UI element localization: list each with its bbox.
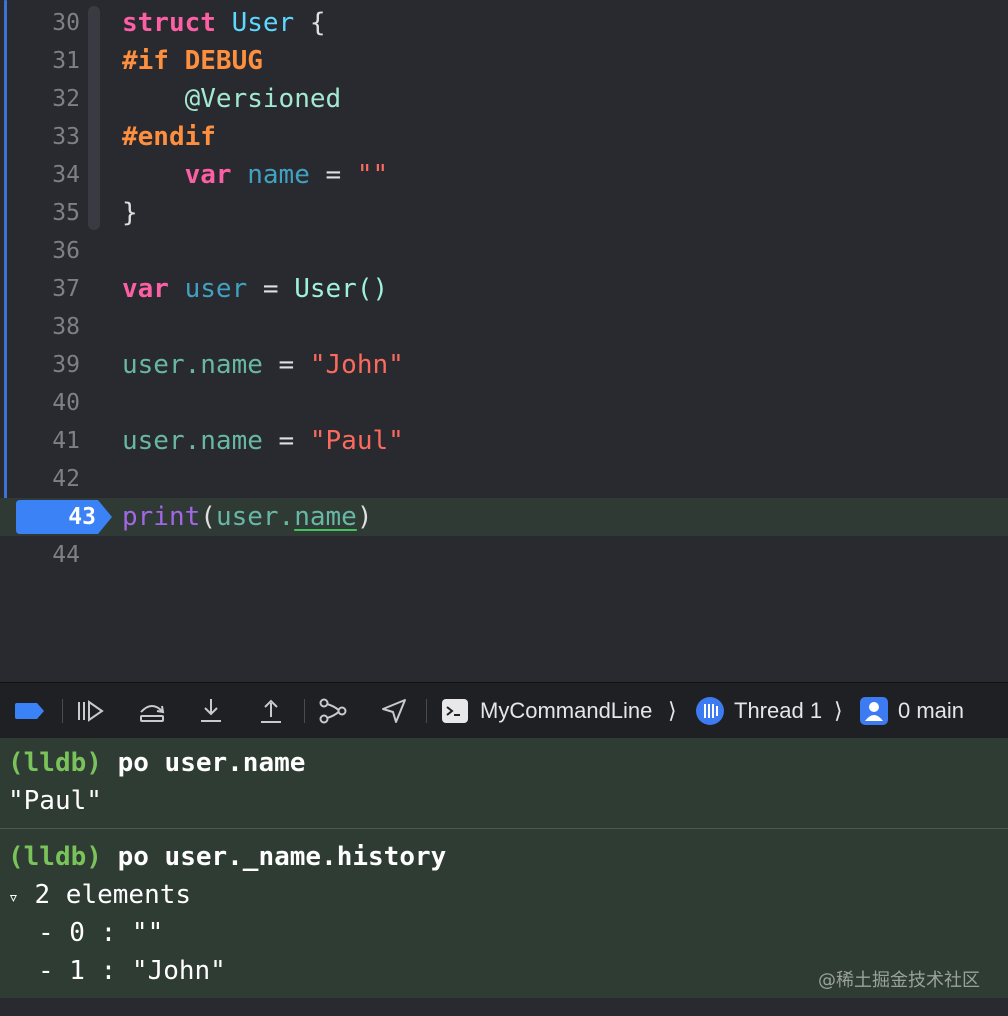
code-line[interactable]: 40 xyxy=(0,384,1008,422)
code-line[interactable]: 32 @Versioned xyxy=(0,80,1008,118)
line-number: 33 xyxy=(52,124,80,150)
view-hierarchy-icon[interactable] xyxy=(313,683,353,739)
step-over-icon[interactable] xyxy=(132,683,172,739)
line-number: 39 xyxy=(52,352,80,378)
code-text: user.name = "Paul" xyxy=(122,426,404,456)
code-text: #if DEBUG xyxy=(122,46,263,76)
breakpoints-toggle-icon[interactable] xyxy=(10,683,50,739)
code-text: var name = "" xyxy=(184,160,389,190)
debug-toolbar: MyCommandLine ⟩ Thread 1 ⟩ 0 main xyxy=(0,682,1008,740)
line-number: 34 xyxy=(52,162,80,188)
disclosure-triangle-icon[interactable]: ▿ xyxy=(8,887,19,908)
thread-icon xyxy=(696,697,724,725)
code-text: #endif xyxy=(122,122,216,152)
lldb-prompt: (lldb) xyxy=(8,748,102,778)
code-editor[interactable]: 30 struct User { 31 #if DEBUG 32 @Versio… xyxy=(0,0,1008,682)
toolbar-divider xyxy=(62,699,63,723)
code-line[interactable]: 30 struct User { xyxy=(0,4,1008,42)
toolbar-divider xyxy=(304,699,305,723)
code-text: } xyxy=(122,198,138,228)
chevron-right-icon: ⟩ xyxy=(834,698,843,723)
debug-console[interactable]: (lldb) po user.name "Paul" (lldb) po use… xyxy=(0,738,1008,998)
thread-breadcrumb[interactable]: Thread 1 xyxy=(734,683,822,739)
line-number: 30 xyxy=(52,10,80,36)
console-command-line: (lldb) po user.name xyxy=(8,744,305,782)
line-number: 42 xyxy=(52,466,80,492)
code-line[interactable]: 44 xyxy=(0,536,1008,574)
code-text: user.name = "John" xyxy=(122,350,404,380)
step-out-icon[interactable] xyxy=(251,683,291,739)
code-line[interactable]: 31 #if DEBUG xyxy=(0,42,1008,80)
line-number: 43 xyxy=(68,504,96,530)
console-command-line: (lldb) po user._name.history xyxy=(8,838,446,876)
code-line[interactable]: 34 var name = "" xyxy=(0,156,1008,194)
code-line[interactable]: 36 xyxy=(0,232,1008,270)
frame-person-icon xyxy=(860,697,888,725)
console-output-tree: ▿ 2 elements xyxy=(8,876,191,914)
line-number: 32 xyxy=(52,86,80,112)
code-line[interactable]: 38 xyxy=(0,308,1008,346)
watermark: @稀土掘金技术社区 xyxy=(818,970,980,991)
simulate-location-icon[interactable] xyxy=(374,683,414,739)
step-into-icon[interactable] xyxy=(191,683,231,739)
code-text: @Versioned xyxy=(184,84,342,114)
breakpoint-marker[interactable]: 43 xyxy=(16,500,112,534)
code-line[interactable]: 41 user.name = "Paul" xyxy=(0,422,1008,460)
code-line[interactable]: 35 } xyxy=(0,194,1008,232)
console-command: po user._name.history xyxy=(117,842,447,872)
line-number: 31 xyxy=(52,48,80,74)
console-divider xyxy=(0,828,1008,829)
code-line[interactable]: 33 #endif xyxy=(0,118,1008,156)
chevron-right-icon: ⟩ xyxy=(668,698,677,723)
console-output-item: - 1 : "John" xyxy=(38,956,226,986)
process-breadcrumb[interactable]: MyCommandLine xyxy=(480,683,652,739)
code-text: print(user.name) xyxy=(122,502,373,532)
code-text: var user = User() xyxy=(122,274,389,304)
console-bottom-strip xyxy=(0,998,1008,1016)
current-execution-line[interactable]: 43 print(user.name) xyxy=(0,498,1008,536)
code-text: struct User { xyxy=(122,8,326,38)
code-line[interactable]: 42 xyxy=(0,460,1008,498)
code-line[interactable]: 37 var user = User() xyxy=(0,270,1008,308)
line-number: 37 xyxy=(52,276,80,302)
toolbar-divider xyxy=(426,699,427,723)
line-number: 35 xyxy=(52,200,80,226)
line-number: 41 xyxy=(52,428,80,454)
console-output: 2 elements xyxy=(34,880,192,910)
line-number: 44 xyxy=(52,542,80,568)
console-output: "Paul" xyxy=(8,786,102,816)
frame-breadcrumb[interactable]: 0 main xyxy=(898,683,964,739)
code-line[interactable]: 39 user.name = "John" xyxy=(0,346,1008,384)
console-command: po user.name xyxy=(117,748,306,778)
lldb-prompt: (lldb) xyxy=(8,842,102,872)
line-number: 36 xyxy=(52,238,80,264)
continue-icon[interactable] xyxy=(70,683,110,739)
line-number: 38 xyxy=(52,314,80,340)
line-number: 40 xyxy=(52,390,80,416)
terminal-icon xyxy=(442,699,468,723)
console-output-item: - 0 : "" xyxy=(38,918,164,948)
